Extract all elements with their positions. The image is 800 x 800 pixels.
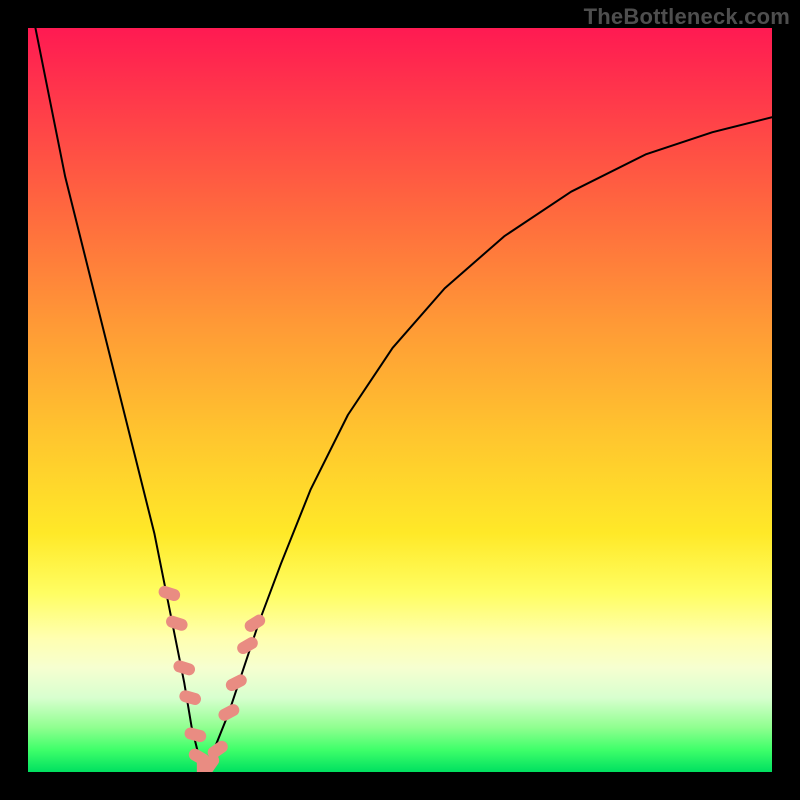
marker-11: [235, 635, 260, 656]
marker-2: [172, 659, 197, 677]
curve-layer: [28, 28, 772, 772]
chart-frame: TheBottleneck.com: [0, 0, 800, 800]
marker-4: [183, 726, 207, 743]
marker-0: [157, 584, 182, 602]
curve-left-branch: [35, 28, 202, 772]
watermark-text: TheBottleneck.com: [584, 4, 790, 30]
marker-12: [242, 612, 267, 634]
marker-group: [157, 584, 267, 772]
marker-9: [216, 702, 241, 723]
marker-1: [164, 614, 189, 632]
plot-area: [28, 28, 772, 772]
curve-right-branch: [203, 117, 772, 772]
bottleneck-curve: [35, 28, 772, 772]
marker-3: [178, 689, 202, 707]
